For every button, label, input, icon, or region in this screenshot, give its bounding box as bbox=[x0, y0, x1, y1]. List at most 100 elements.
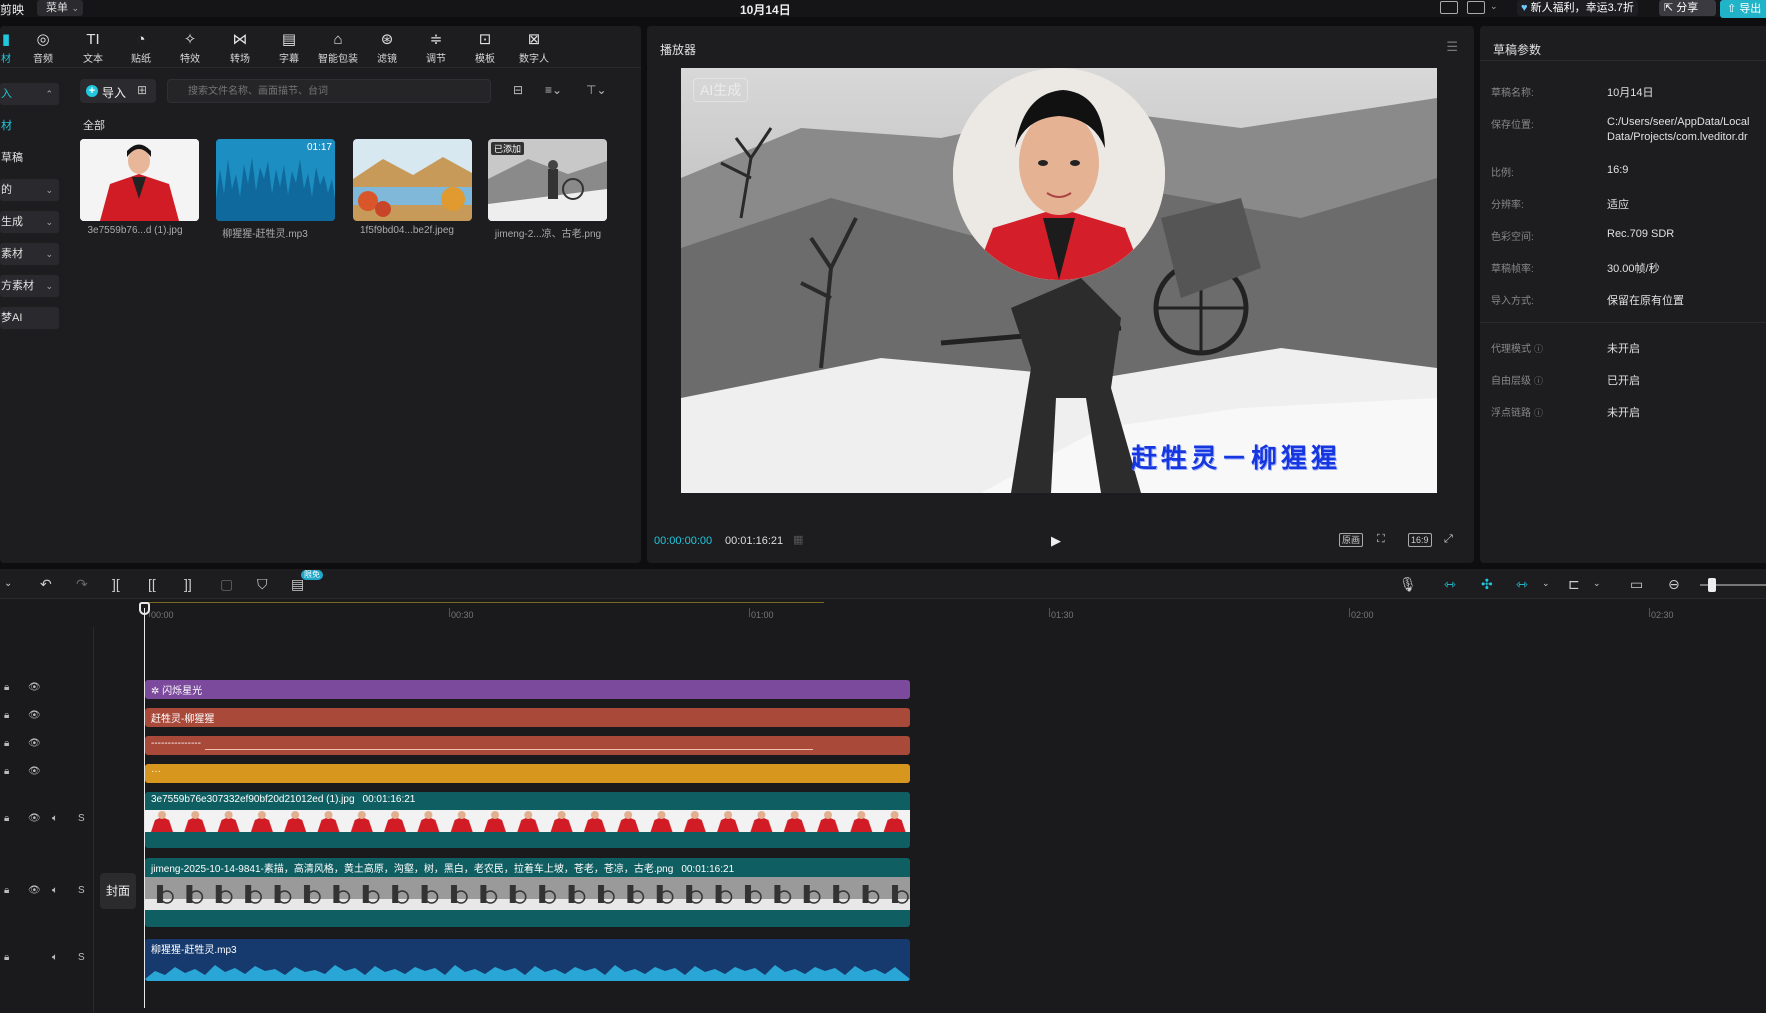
zoom-out-icon[interactable]: ⊖ bbox=[1668, 576, 1680, 593]
tool-text[interactable]: TI 文本 bbox=[71, 30, 115, 66]
image-clip[interactable]: jimeng-2025-10-14-9841-素描，高清风格，黄土高原，沟壑，树… bbox=[145, 858, 910, 927]
nav-official-assets[interactable]: 方素材 ⌄ bbox=[0, 275, 59, 297]
info-icon[interactable]: ⓘ bbox=[1534, 408, 1543, 418]
export-button[interactable]: ⇧ 导出 bbox=[1720, 0, 1766, 18]
text-clip[interactable]: 赶牲灵-柳猩猩 bbox=[145, 708, 910, 727]
redo-icon[interactable]: ↷ bbox=[76, 576, 88, 593]
shield-icon[interactable]: ⛉ bbox=[257, 576, 268, 593]
tool-audio[interactable]: ◎ 音频 bbox=[21, 30, 65, 66]
import-button[interactable]: + 导入 ⊞ bbox=[80, 79, 156, 103]
info-icon[interactable]: ⓘ bbox=[1534, 376, 1543, 386]
window-layout-icon[interactable] bbox=[1467, 1, 1485, 14]
auto-snap-icon[interactable]: ✣ bbox=[1481, 576, 1493, 593]
text-clip[interactable]: ··· bbox=[145, 764, 910, 783]
speaker-icon[interactable]: 🔈︎ bbox=[52, 885, 58, 896]
video-preview[interactable]: AI生成 赶牲灵－柳猩猩 bbox=[681, 68, 1437, 493]
eye-icon[interactable]: 👁︎ bbox=[28, 885, 41, 896]
delete-icon[interactable]: ▢ bbox=[220, 576, 233, 593]
nav-generate[interactable]: 生成 ⌄ bbox=[0, 211, 59, 233]
player-title: 播放器 bbox=[660, 43, 697, 57]
lock-icon[interactable]: 🔒︎ bbox=[4, 710, 9, 721]
split-icon[interactable]: ][ bbox=[112, 576, 120, 592]
current-time: 00:00:00:00 bbox=[654, 535, 713, 547]
chevron-down-icon[interactable]: ⌄ bbox=[1593, 578, 1601, 589]
speaker-icon[interactable]: 🔈︎ bbox=[52, 952, 58, 963]
tool-smart-pack[interactable]: ⌂ 智能包装 bbox=[316, 30, 360, 66]
playhead[interactable] bbox=[144, 608, 145, 1008]
timeline-grid-icon[interactable]: ▦ bbox=[793, 533, 803, 546]
eye-icon[interactable]: 👁︎ bbox=[28, 813, 41, 824]
sort-icon[interactable]: ≡⌄ bbox=[545, 83, 562, 97]
undo-icon[interactable]: ↶ bbox=[40, 576, 52, 593]
lock-icon[interactable]: 🔒︎ bbox=[4, 766, 9, 777]
lock-icon[interactable]: 🔒︎ bbox=[4, 885, 9, 896]
nav-import[interactable]: 入 ⌃ bbox=[0, 83, 59, 105]
screen-icon[interactable]: ▭ bbox=[1630, 576, 1643, 593]
media-thumb[interactable]: 已添加 bbox=[488, 139, 607, 221]
digital-human-icon: ⊠ bbox=[527, 31, 541, 48]
tool-adjust[interactable]: ≑ 调节 bbox=[414, 30, 458, 66]
nav-assets[interactable]: 素材 ⌄ bbox=[0, 243, 59, 265]
media-thumb[interactable] bbox=[353, 139, 472, 221]
effect-clip[interactable]: ✲ 闪烁星光 bbox=[145, 680, 910, 699]
text-clip[interactable]: --------------- bbox=[145, 736, 910, 755]
chevron-down-icon[interactable]: ⌄ bbox=[1542, 578, 1550, 589]
lock-icon[interactable]: 🔒︎ bbox=[4, 813, 9, 824]
preview-axis-icon[interactable]: ⊏ bbox=[1568, 576, 1580, 593]
tool-filter[interactable]: ⊛ 滤镜 bbox=[365, 30, 409, 66]
play-icon[interactable]: ▶ bbox=[1051, 533, 1065, 548]
nav-mine[interactable]: 的 ⌄ bbox=[0, 179, 59, 201]
main-track-magnet-icon[interactable]: ⇿ bbox=[1444, 576, 1456, 593]
solo-icon[interactable]: S bbox=[78, 813, 85, 824]
image-clip[interactable]: 3e7559b76e307332ef90bf20d21012ed (1).jpg… bbox=[145, 792, 910, 848]
share-button[interactable]: ⇱ 分享 bbox=[1659, 0, 1716, 16]
ratio-button[interactable]: 16:9 bbox=[1408, 533, 1432, 547]
nav-material[interactable]: 材 bbox=[0, 115, 59, 137]
menu-button[interactable]: 菜单 ⌄ bbox=[37, 0, 83, 16]
media-thumb[interactable]: 01:17 bbox=[216, 139, 335, 221]
fit-screen-icon[interactable]: ⛶ bbox=[1377, 533, 1385, 546]
eye-icon[interactable]: 👁︎ bbox=[28, 766, 41, 777]
original-quality-button[interactable]: 原画 bbox=[1339, 533, 1364, 547]
trim-left-icon[interactable]: [[ bbox=[148, 576, 156, 592]
nav-drafts[interactable]: 草稿 bbox=[0, 147, 59, 169]
time-ruler[interactable]: 00:00 00:30 01:00 01:30 02:00 02:30 bbox=[0, 599, 1766, 627]
lock-icon[interactable]: 🔒︎ bbox=[4, 682, 9, 693]
linkage-icon[interactable]: ⇿ bbox=[1516, 576, 1528, 593]
filter-icon[interactable]: ⊤⌄ bbox=[586, 83, 607, 97]
chevron-down-icon[interactable]: ⌄ bbox=[4, 578, 12, 589]
microphone-icon[interactable]: 🎙 bbox=[1399, 576, 1417, 593]
view-toggle-icon[interactable]: ⊟ bbox=[513, 83, 523, 97]
nav-dream-ai[interactable]: 梦AI bbox=[0, 307, 59, 329]
audio-clip[interactable]: 柳猩猩-赶牲灵.mp3 bbox=[145, 939, 910, 981]
fullscreen-icon[interactable]: ⤢ bbox=[1444, 533, 1453, 546]
tool-subtitle[interactable]: ▤ 字幕 bbox=[267, 30, 311, 66]
lock-icon[interactable]: 🔒︎ bbox=[4, 738, 9, 749]
media-thumb[interactable] bbox=[80, 139, 199, 221]
tool-digital-human[interactable]: ⊠ 数字人 bbox=[512, 30, 556, 66]
eye-icon[interactable]: 👁︎ bbox=[28, 738, 41, 749]
lock-icon[interactable]: 🔒︎ bbox=[4, 952, 9, 963]
tool-sticker[interactable]: ◔ 贴纸 bbox=[119, 30, 163, 66]
overlay-title-text[interactable]: 赶牲灵－柳猩猩 bbox=[1131, 438, 1341, 475]
eye-icon[interactable]: 👁︎ bbox=[28, 710, 41, 721]
speaker-icon[interactable]: 🔈︎ bbox=[52, 813, 58, 824]
promo-button[interactable]: ♥ 新人福利，幸运3.7折 bbox=[1517, 0, 1638, 16]
prop-value: 适应 bbox=[1607, 199, 1629, 211]
trim-right-icon[interactable]: ]] bbox=[184, 576, 192, 592]
solo-icon[interactable]: S bbox=[78, 885, 85, 896]
cover-button[interactable]: 封面 bbox=[100, 873, 136, 909]
menu-label: 菜单 bbox=[46, 2, 68, 14]
zoom-slider-handle[interactable] bbox=[1708, 578, 1716, 592]
eye-icon[interactable]: 👁︎ bbox=[28, 682, 41, 693]
tool-transition[interactable]: ⋈ 转场 bbox=[218, 30, 262, 66]
info-icon[interactable]: ⓘ bbox=[1534, 344, 1543, 354]
tool-template[interactable]: ⊡ 模板 bbox=[463, 30, 507, 66]
menu-icon[interactable]: ☰ bbox=[1446, 39, 1458, 55]
solo-icon[interactable]: S bbox=[78, 952, 85, 963]
tool-effects[interactable]: ✧ 特效 bbox=[168, 30, 212, 66]
layout-icon[interactable] bbox=[1440, 1, 1458, 14]
prop-row: 分辨率: 适应 bbox=[1491, 196, 1766, 212]
grid-icon[interactable]: ⊞ bbox=[137, 83, 147, 97]
media-search-input[interactable] bbox=[167, 79, 491, 103]
